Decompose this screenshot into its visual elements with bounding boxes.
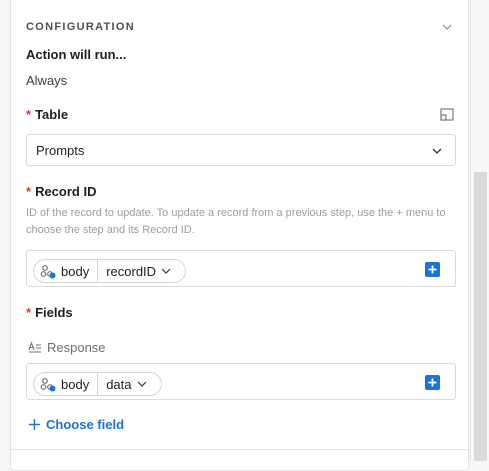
chevron-up-icon[interactable] [440,20,454,34]
record-id-label-text: Record ID [35,184,97,199]
insert-variable-button[interactable] [425,375,440,390]
section-divider [10,449,469,450]
choose-field-label: Choose field [46,417,125,432]
token-key: data [106,376,132,392]
chevron-down-icon[interactable] [160,265,172,277]
response-field-input[interactable]: body data [26,363,456,400]
record-id-help-line-2: choose the step and its Record ID. [26,224,195,236]
record-id-help-line-1: ID of the record to update. To update a … [26,207,446,219]
scrollbar-thumb[interactable] [474,172,487,461]
plus-icon [428,378,437,387]
plus-icon [428,265,437,274]
token-source: body [57,373,99,395]
expand-icon[interactable] [440,108,454,121]
webhook-icon [40,265,56,279]
insert-variable-button[interactable] [425,262,440,277]
fields-label: * Fields [26,305,73,320]
long-text-icon [28,341,41,353]
token-source: body [57,260,99,282]
required-marker: * [26,107,32,122]
required-marker: * [26,184,32,199]
choose-field-button[interactable]: Choose field [28,417,124,432]
section-title: CONFIGURATION [26,21,135,33]
action-run-label: Action will run... [26,47,127,62]
plus-icon [29,419,40,430]
table-select-value: Prompts [36,143,85,158]
field-name-response: Response [47,340,106,355]
webhook-icon [40,378,56,392]
table-label-text: Table [35,107,69,122]
token-key: recordID [106,263,157,279]
record-id-token[interactable]: body recordID [33,259,186,283]
action-run-value: Always [26,73,68,88]
fields-label-text: Fields [35,305,73,320]
chevron-down-icon[interactable] [136,378,148,390]
required-marker: * [26,305,32,320]
chevron-down-icon [432,148,442,154]
response-token[interactable]: body data [33,372,162,396]
record-id-label: * Record ID [26,184,96,199]
record-id-input[interactable]: body recordID [26,250,456,287]
table-select[interactable]: Prompts [26,134,456,166]
table-label: * Table [26,107,68,122]
